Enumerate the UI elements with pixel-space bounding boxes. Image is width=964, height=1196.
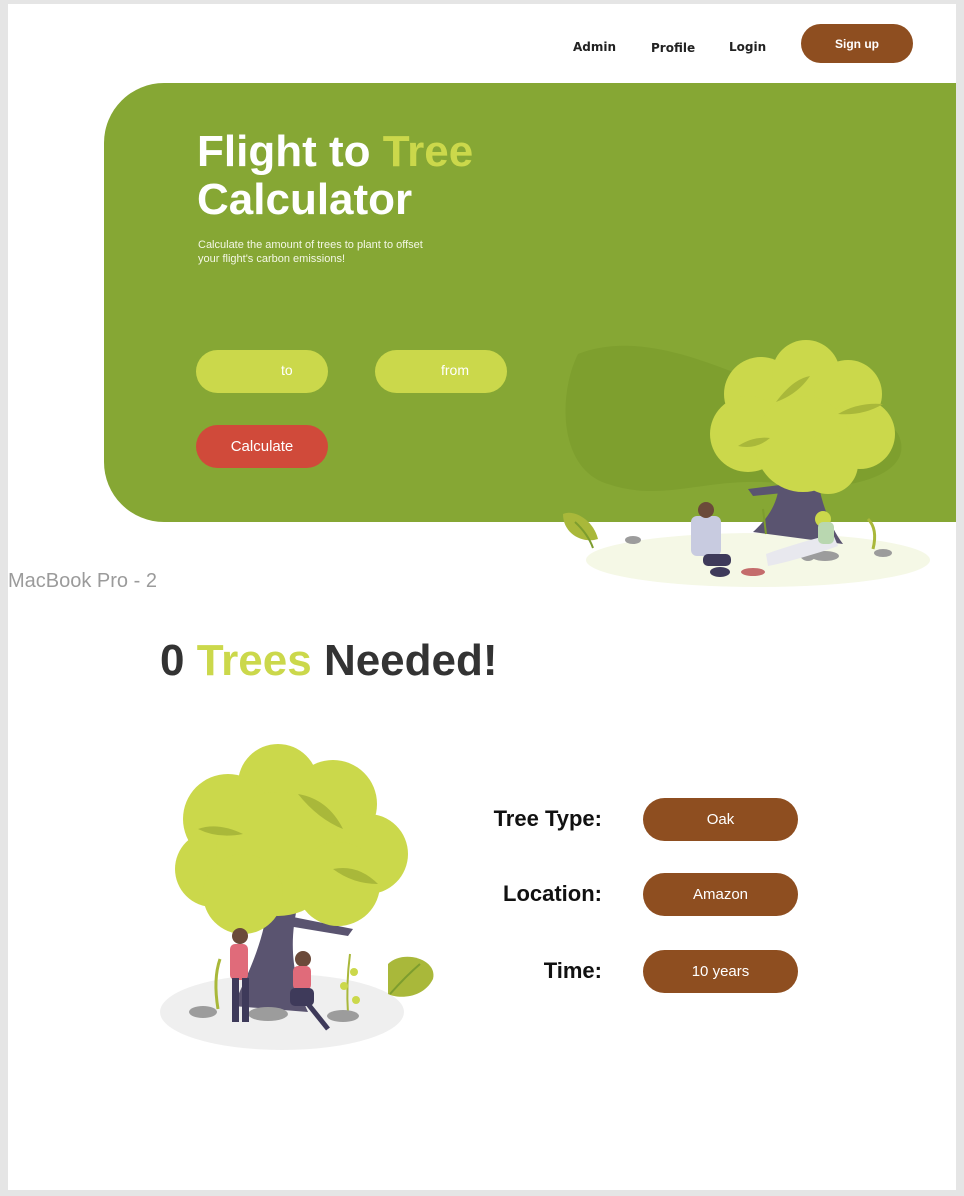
to-input-placeholder: to [281, 362, 293, 378]
result-title: 0 Trees Needed! [160, 636, 498, 686]
hero-subtitle-line2: your flight's carbon emissions! [198, 253, 345, 265]
time-label: Time: [543, 958, 602, 983]
tree-type-label: Tree Type: [493, 806, 602, 831]
to-input[interactable]: to [196, 350, 328, 393]
page-canvas: Admin Profile Login Sign up Flight to Tr… [8, 4, 956, 1190]
hero-title-part2: Calculator [197, 175, 413, 224]
hero-illustration [563, 340, 930, 587]
nav-login-link[interactable]: Login [729, 40, 766, 54]
location-value: Amazon [643, 873, 798, 916]
signup-button[interactable]: Sign up [801, 24, 913, 63]
tree-type-value: Oak [643, 798, 798, 841]
result-tree-illustration [160, 744, 434, 1050]
nav-profile-link[interactable]: Profile [651, 41, 695, 55]
from-input[interactable]: from [375, 350, 507, 393]
result-suffix: Needed! [323, 636, 498, 685]
frame-label: MacBook Pro - 2 [8, 570, 157, 592]
nav-admin-link[interactable]: Admin [573, 40, 616, 54]
from-input-placeholder: from [441, 362, 469, 378]
hero-title-part1: Flight to [197, 127, 383, 176]
result-count: 0 [160, 636, 185, 685]
hero-title-accent: Tree [382, 127, 474, 176]
location-label: Location: [503, 881, 602, 906]
hero-subtitle: Calculate the amount of trees to plant t… [198, 238, 488, 266]
hero-title: Flight to Tree Calculator [197, 128, 473, 224]
hero-subtitle-line1: Calculate the amount of trees to plant t… [198, 239, 423, 251]
calculate-button[interactable]: Calculate [196, 425, 328, 468]
result-accent: Trees [196, 636, 312, 685]
time-value: 10 years [643, 950, 798, 993]
